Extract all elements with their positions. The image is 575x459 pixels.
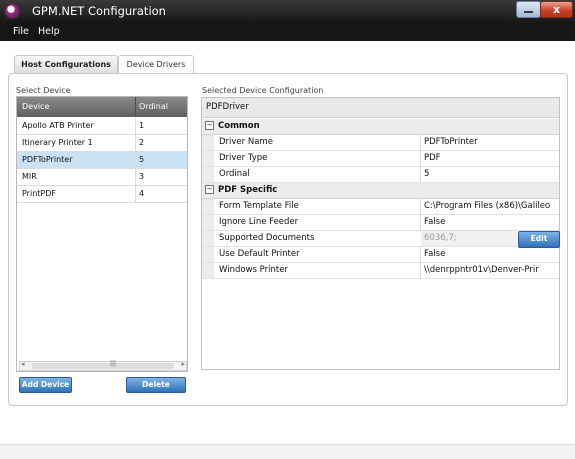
scroll-left-icon[interactable]: ◂ [21,360,25,368]
property-grid: PDFDriver − Common Driver Name PDFToPrin… [201,97,560,370]
close-button[interactable]: x [540,1,573,18]
property-value[interactable]: False [424,249,558,259]
property-row[interactable]: Use Default Printer False [202,247,559,263]
property-value[interactable]: PDF [424,153,558,163]
device-ordinal: 3 [139,172,145,181]
selected-device-config-label: Selected Device Configuration [202,86,324,95]
menu-bar: File Help [0,24,575,41]
row-gutter [202,247,214,262]
supported-documents-field: 6036,7; [421,231,517,246]
category-pdf-specific[interactable]: − PDF Specific [202,183,559,199]
row-gutter [202,231,214,246]
collapse-icon[interactable]: − [205,185,214,194]
category-common[interactable]: − Common [202,119,559,135]
supported-documents-value: 6036,7; [424,233,457,243]
value-divider [420,167,421,182]
device-ordinal: 4 [139,189,145,198]
menu-help[interactable]: Help [38,26,60,37]
property-name: Form Template File [219,201,299,211]
property-value[interactable]: \\denrppntr01v\Denver-Prir [424,265,558,275]
property-value[interactable]: C:\Program Files (x86)\Galileo [424,201,558,211]
device-row[interactable]: Itinerary Printer 1 2 [17,135,187,152]
value-divider [420,135,421,150]
status-strip [0,444,575,459]
device-name: PDFToPrinter [22,155,73,164]
category-label: PDF Specific [218,185,278,195]
row-gutter [202,215,214,230]
tab-host-configurations[interactable]: Host Configurations [14,55,118,74]
property-row[interactable]: Ordinal 5 [202,167,559,183]
value-divider [420,263,421,278]
cell-divider [135,152,136,168]
property-name: Ignore Line Feeder [219,217,299,227]
property-name: Supported Documents [219,233,315,243]
collapse-icon[interactable]: − [205,121,214,130]
app-icon [5,4,20,19]
minimize-button[interactable] [516,1,541,18]
add-device-button[interactable]: Add Device [19,377,72,393]
property-name: Use Default Printer [219,249,300,259]
property-value[interactable]: PDFToPrinter [424,137,558,147]
scroll-right-icon[interactable]: ▸ [181,360,185,368]
property-value[interactable]: False [424,217,558,227]
device-ordinal: 1 [139,121,145,130]
tab-device-drivers[interactable]: Device Drivers [118,55,194,74]
property-row[interactable]: Supported Documents 6036,7; Edit [202,231,560,248]
row-gutter [202,263,214,278]
device-list-header: Device Ordinal [17,97,187,117]
property-row[interactable]: Driver Type PDF [202,151,559,167]
device-ordinal: 5 [139,155,145,164]
cell-divider [135,135,136,151]
property-name: Driver Name [219,137,273,147]
device-name: Apollo ATB Printer [22,121,94,130]
delete-device-button[interactable]: Delete Device [126,377,186,403]
grip-icon: ||| [110,360,117,367]
device-list: Device Ordinal Apollo ATB Printer 1 Itin… [16,96,188,372]
minimize-icon [524,11,533,13]
edit-button[interactable]: Edit [518,231,560,248]
value-divider [420,199,421,214]
device-row[interactable]: Apollo ATB Printer 1 [17,118,187,135]
title-bar: GPM.NET Configuration x [0,0,575,24]
menu-file[interactable]: File [13,26,29,37]
category-label: Common [218,121,260,131]
cell-divider [135,118,136,134]
device-row[interactable]: PrintPDF 4 [17,186,187,203]
device-name: PrintPDF [22,189,56,198]
value-divider [420,215,421,230]
property-row[interactable]: Ignore Line Feeder False [202,215,559,231]
column-header-ordinal[interactable]: Ordinal [139,102,168,111]
row-gutter [202,199,214,214]
horizontal-scrollbar[interactable]: ◂ ||| ▸ [19,360,187,371]
column-header-device[interactable]: Device [22,102,49,111]
cell-divider [135,169,136,185]
row-gutter [202,135,214,150]
value-divider [420,247,421,262]
property-row[interactable]: Driver Name PDFToPrinter [202,135,559,151]
value-divider [420,151,421,166]
device-name: MIR [22,172,37,181]
device-row-selected[interactable]: PDFToPrinter 5 [17,152,187,169]
device-ordinal: 2 [139,138,145,147]
property-value[interactable]: 5 [424,169,558,179]
row-gutter [202,151,214,166]
window-title: GPM.NET Configuration [32,4,166,18]
property-row[interactable]: Windows Printer \\denrppntr01v\Denver-Pr… [202,263,559,279]
cell-divider [135,186,136,202]
device-name: Itinerary Printer 1 [22,138,93,147]
property-name: Ordinal [219,169,250,179]
selected-object-label: PDFDriver [206,102,249,112]
property-name: Driver Type [219,153,268,163]
selected-object-name: PDFDriver [202,98,559,118]
scroll-thumb[interactable]: ||| [32,360,174,369]
property-row[interactable]: Form Template File C:\Program Files (x86… [202,199,559,215]
column-divider [135,97,136,117]
select-device-label: Select Device [16,86,71,95]
row-gutter [202,167,214,182]
property-name: Windows Printer [219,265,288,275]
device-row[interactable]: MIR 3 [17,169,187,186]
